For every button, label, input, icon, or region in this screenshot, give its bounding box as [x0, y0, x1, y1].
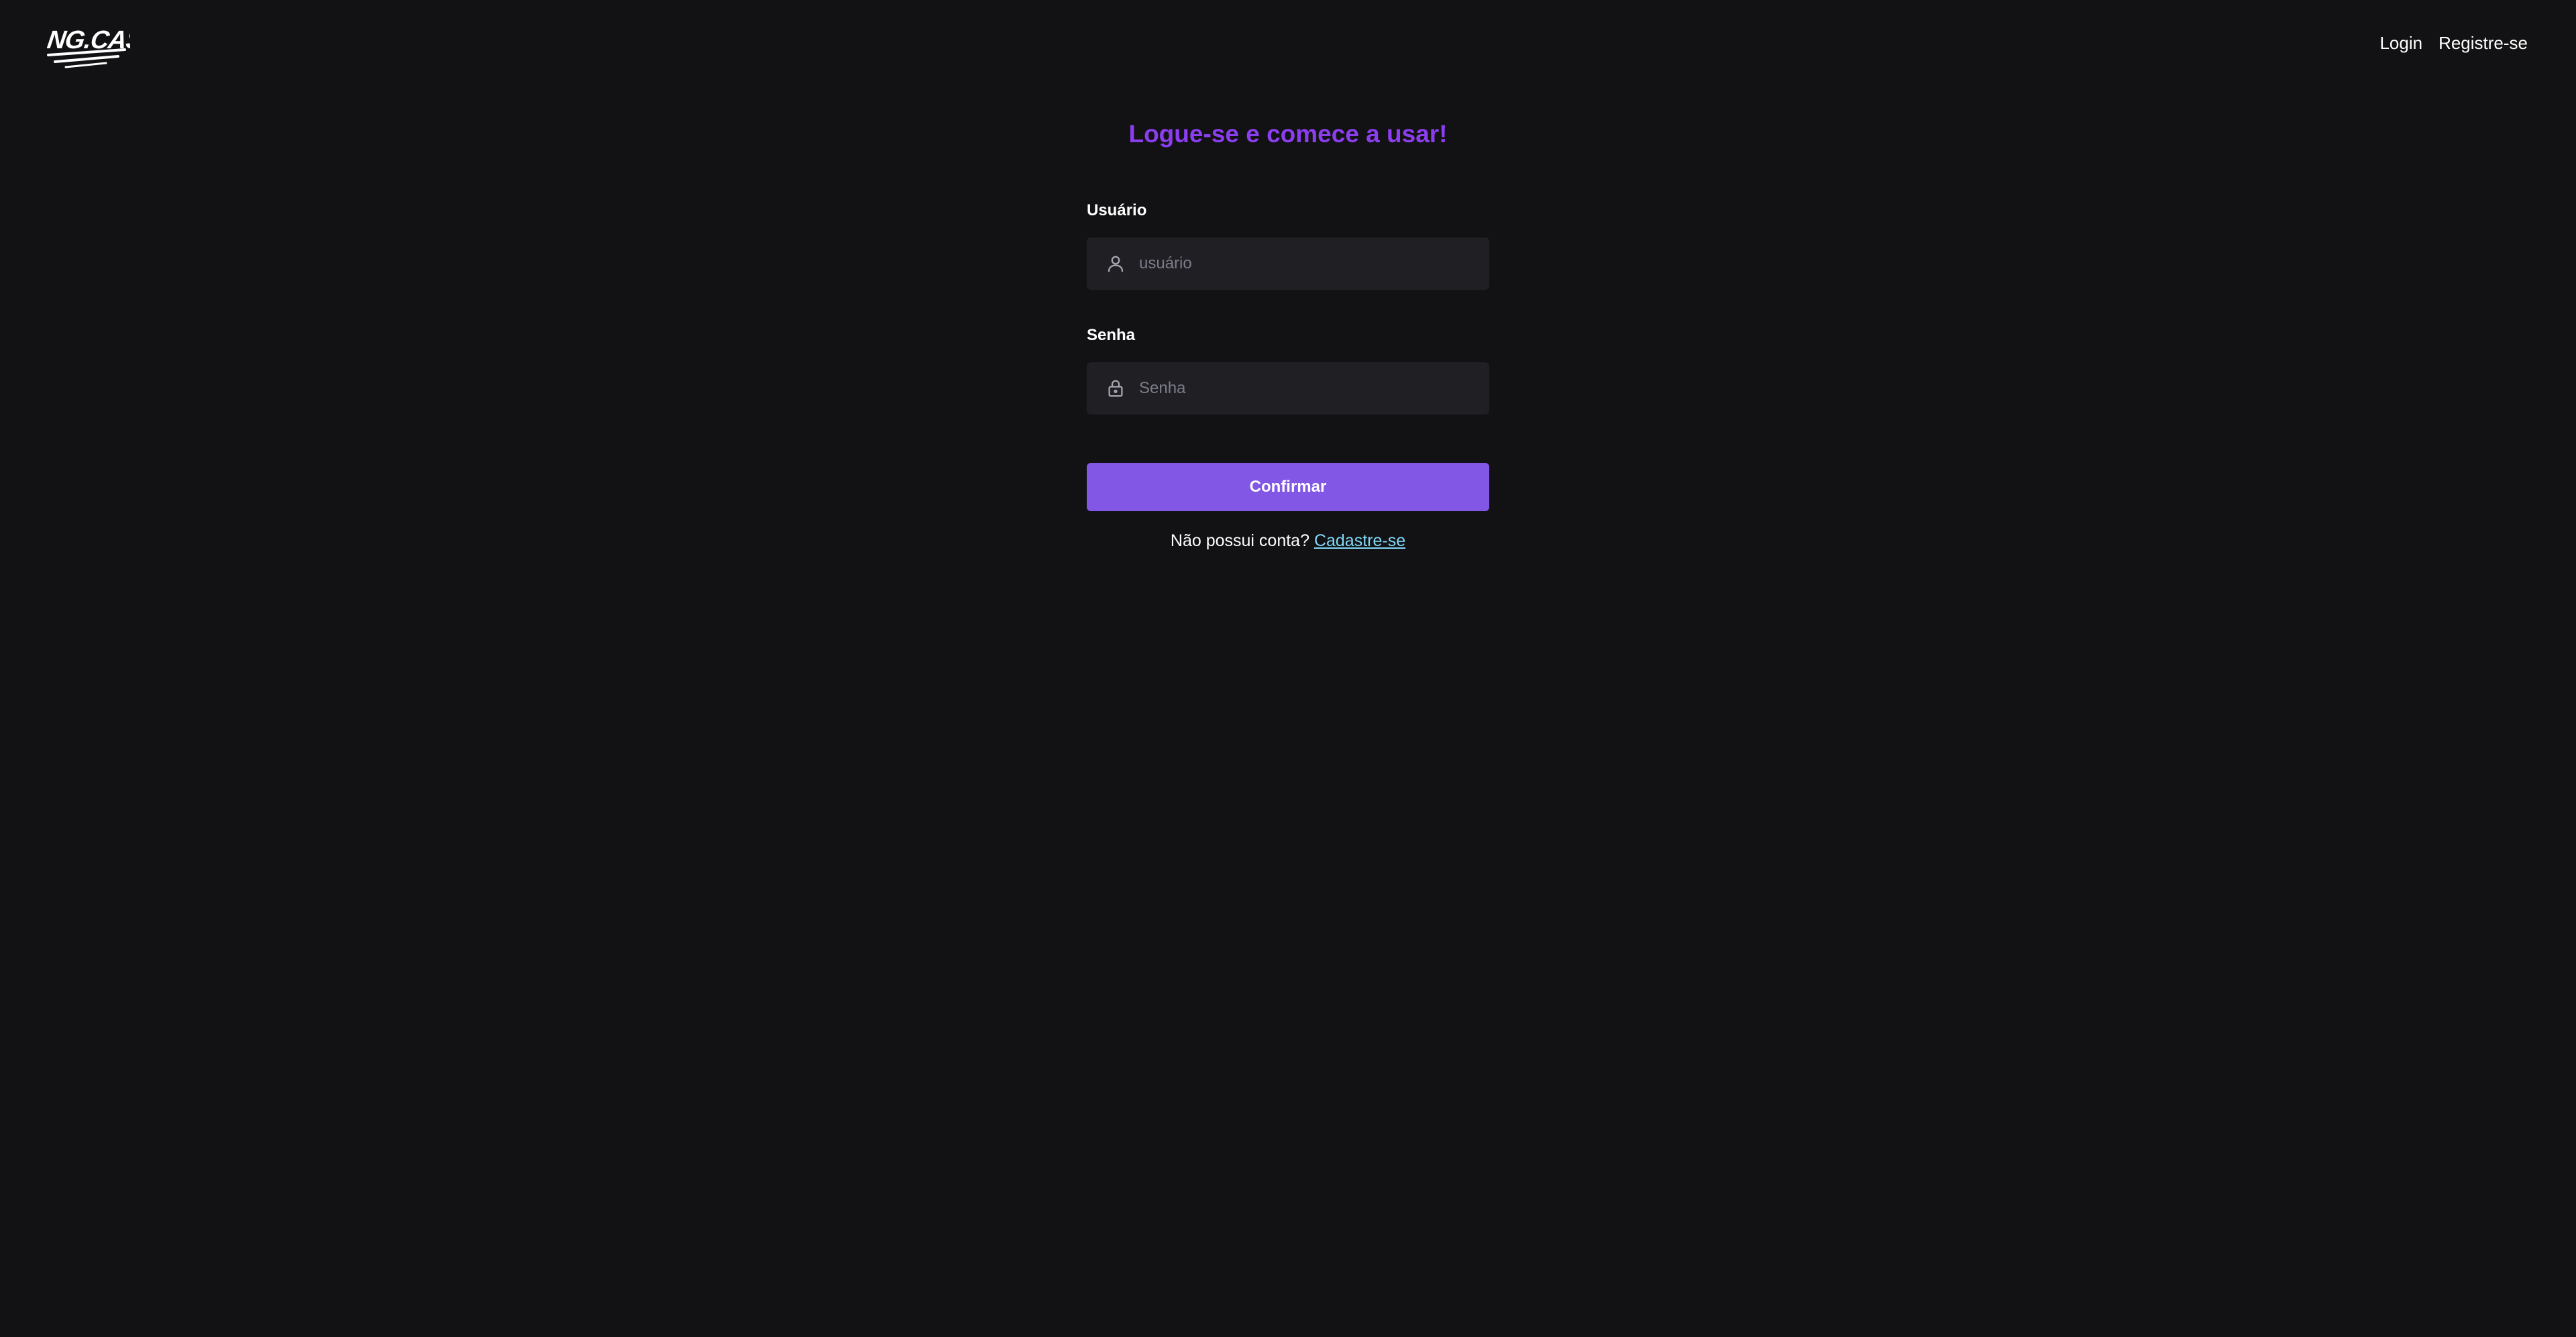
password-input[interactable]: [1138, 362, 1489, 415]
password-label: Senha: [1087, 326, 1136, 344]
nav-login-link[interactable]: Login: [2379, 30, 2422, 56]
confirm-button[interactable]: Confirmar: [1087, 463, 1489, 511]
username-input[interactable]: [1138, 237, 1489, 290]
page-title: Logue-se e comece a usar!: [1128, 120, 1448, 148]
user-icon: [1104, 252, 1127, 275]
signup-prompt-text: Não possui conta?: [1170, 531, 1309, 550]
nav-register-link[interactable]: Registre-se: [2438, 30, 2528, 56]
username-field-container[interactable]: [1087, 237, 1489, 290]
username-label: Usuário: [1087, 201, 1147, 219]
lock-icon: [1104, 377, 1127, 400]
top-nav: Login Registre-se: [2379, 30, 2528, 56]
ng-cash-logo[interactable]: NG.CASH: [46, 15, 130, 71]
signup-prompt: Não possui conta? Cadastre-se: [1087, 527, 1489, 554]
login-form: Logue-se e comece a usar! Usuário Senha …: [1087, 114, 1489, 550]
password-field-container[interactable]: [1087, 362, 1489, 415]
top-header: NG.CASH Login Registre-se: [0, 0, 2576, 87]
signup-link[interactable]: Cadastre-se: [1314, 531, 1405, 550]
